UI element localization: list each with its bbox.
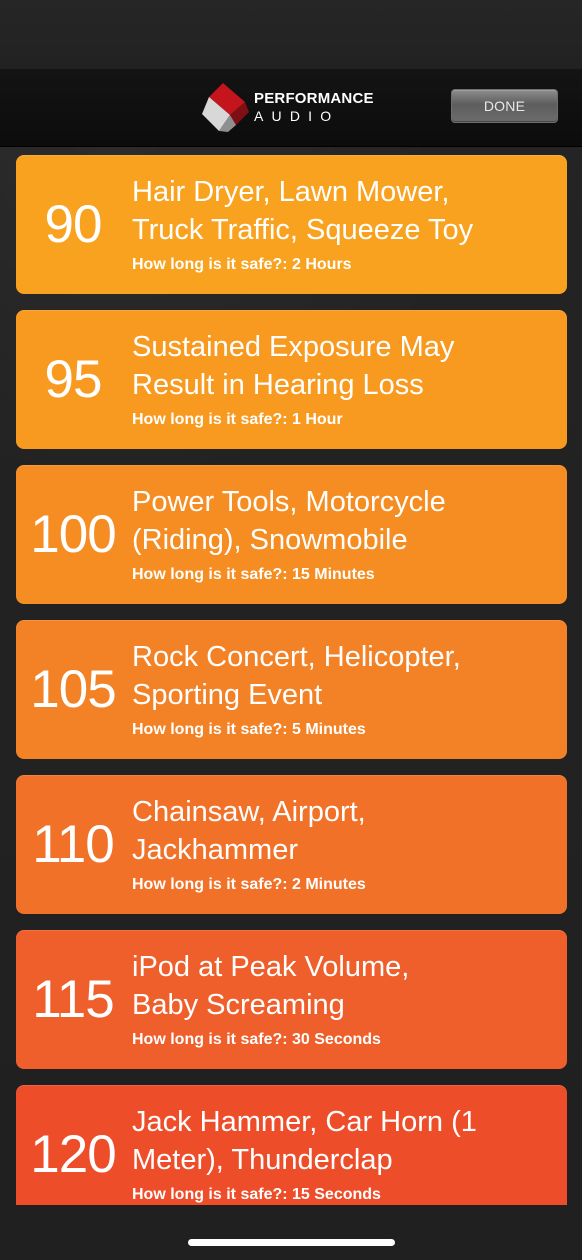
noise-level-card-95[interactable]: 95 Sustained Exposure May Result in Hear… (16, 310, 567, 449)
safe-duration-text: How long is it safe?: 5 Minutes (132, 721, 366, 738)
noise-example-title: iPod at Peak Volume, Baby Screaming (132, 951, 410, 1021)
noise-level-card-120[interactable]: 120 Jack Hammer, Car Horn (1 Meter), Thu… (16, 1085, 567, 1205)
decibel-value: 115 (32, 970, 115, 1029)
noise-example-title: Chainsaw, Airport, Jackhammer (132, 796, 366, 866)
noise-example-title: Power Tools, Motorcycle (Riding), Snowmo… (132, 486, 446, 556)
noise-example-title: Rock Concert, Helicopter, Sporting Event (132, 641, 461, 711)
decibel-value: 105 (30, 660, 116, 719)
decibel-value: 90 (44, 195, 103, 254)
noise-level-card-105[interactable]: 105 Rock Concert, Helicopter, Sporting E… (16, 620, 567, 759)
noise-example-title: Jack Hammer, Car Horn (1 Meter), Thunder… (132, 1106, 477, 1176)
safe-duration-text: How long is it safe?: 2 Hours (132, 256, 352, 273)
brand-line-two: AUDIO (254, 108, 340, 124)
status-bar (0, 0, 582, 68)
safe-duration-text: How long is it safe?: 15 Minutes (132, 566, 375, 583)
brand-line-one: PERFORMANCE (254, 90, 374, 107)
safe-duration-text: How long is it safe?: 30 Seconds (132, 1031, 381, 1048)
noise-example-title: Sustained Exposure May Result in Hearing… (132, 331, 455, 401)
noise-level-card-90[interactable]: 90 Hair Dryer, Lawn Mower, Truck Traffic… (16, 155, 567, 294)
decibel-value: 100 (30, 505, 116, 564)
decibel-value: 120 (30, 1125, 116, 1184)
noise-level-list: 90 Hair Dryer, Lawn Mower, Truck Traffic… (16, 155, 567, 1205)
safe-duration-text: How long is it safe?: 1 Hour (132, 411, 343, 428)
noise-level-card-100[interactable]: 100 Power Tools, Motorcycle (Riding), Sn… (16, 465, 567, 604)
decibel-value: 95 (44, 350, 103, 409)
performance-audio-mark-icon (202, 83, 249, 132)
performance-audio-logo: PERFORMANCE AUDIO (202, 82, 402, 132)
safe-duration-text: How long is it safe?: 2 Minutes (132, 876, 366, 893)
top-navigation-bar: PERFORMANCE AUDIO DONE (0, 68, 582, 146)
done-button[interactable]: DONE (451, 89, 558, 123)
noise-level-card-110[interactable]: 110 Chainsaw, Airport, Jackhammer How lo… (16, 775, 567, 914)
home-indicator[interactable] (188, 1239, 395, 1246)
noise-level-card-115[interactable]: 115 iPod at Peak Volume, Baby Screaming … (16, 930, 567, 1069)
noise-example-title: Hair Dryer, Lawn Mower, Truck Traffic, S… (132, 176, 474, 246)
decibel-value: 110 (32, 815, 115, 874)
noise-level-screen: PERFORMANCE AUDIO DONE 90 Hair Dryer, La… (0, 0, 582, 1260)
safe-duration-text: How long is it safe?: 15 Seconds (132, 1186, 381, 1203)
brand-wordmark: PERFORMANCE AUDIO (254, 91, 374, 123)
